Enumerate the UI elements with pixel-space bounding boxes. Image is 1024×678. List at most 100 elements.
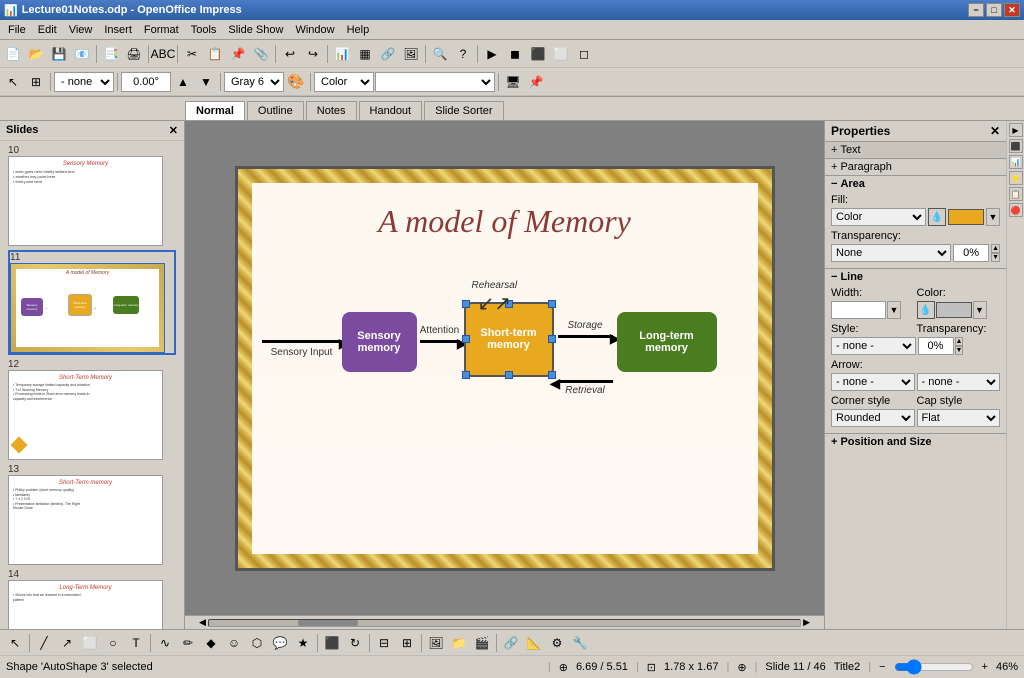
props-icon-1[interactable]: ▶ — [1009, 123, 1023, 137]
draw-ellipse[interactable]: ○ — [102, 632, 124, 654]
fill-color-dropdown[interactable]: ▼ — [986, 208, 1000, 226]
line-color-dropdown[interactable]: ▼ — [973, 301, 987, 319]
tab-slide-sorter[interactable]: Slide Sorter — [424, 101, 503, 120]
h-scrollbar[interactable]: ◀ ▶ — [185, 615, 824, 629]
scroll-left-arrow[interactable]: ◀ — [199, 617, 206, 628]
draw-insert-movie[interactable]: 🎬 — [471, 632, 493, 654]
tb-extra1[interactable]: ▶ — [481, 43, 503, 65]
cap-select[interactable]: Flat — [917, 409, 1001, 427]
draw-more3[interactable]: ⚙ — [546, 632, 568, 654]
zoom-in-icon[interactable]: + — [982, 661, 988, 673]
tab-outline[interactable]: Outline — [247, 101, 304, 120]
props-text-header[interactable]: +Text — [825, 142, 1006, 158]
arrow-right-select[interactable]: - none - — [917, 373, 1001, 391]
angle-input[interactable] — [121, 72, 171, 92]
props-icon-5[interactable]: 📋 — [1009, 187, 1023, 201]
draw-align[interactable]: ⊟ — [373, 632, 395, 654]
draw-3d[interactable]: ⬛ — [321, 632, 343, 654]
props-icon-3[interactable]: 📊 — [1009, 155, 1023, 169]
draw-shapes[interactable]: ◆ — [200, 632, 222, 654]
slide-thumbnail-13[interactable]: 13 Short-Term memory • Philby problem (s… — [8, 464, 176, 565]
tb-redo[interactable]: ↪ — [302, 43, 324, 65]
draw-symbols[interactable]: ☺ — [223, 632, 245, 654]
draw-text[interactable]: T — [125, 632, 147, 654]
fill-eyedropper[interactable]: 💧 — [928, 208, 946, 226]
menu-view[interactable]: View — [63, 22, 99, 38]
draw-more2[interactable]: 📐 — [523, 632, 545, 654]
tab-normal[interactable]: Normal — [185, 101, 245, 120]
draw-callout[interactable]: 💬 — [269, 632, 291, 654]
transparency-down[interactable]: ▼ — [991, 253, 1000, 262]
line-width-input[interactable] — [831, 301, 886, 319]
props-position-header[interactable]: +Position and Size — [825, 434, 1006, 450]
draw-arrange[interactable]: ⊞ — [396, 632, 418, 654]
tb-extra2[interactable]: ◼ — [504, 43, 526, 65]
sensory-memory-box[interactable]: Sensory memory — [342, 312, 417, 372]
draw-more1[interactable]: 🔗 — [500, 632, 522, 654]
slide-thumbnail-10[interactable]: 10 Sensory Memory • term goes here brief… — [8, 145, 176, 246]
tb-gallery[interactable]: 🖼 — [400, 43, 422, 65]
tb-new[interactable]: 📄 — [2, 43, 24, 65]
corner-select[interactable]: Rounded — [831, 409, 915, 427]
tb-extra3[interactable]: ⬛ — [527, 43, 549, 65]
arrow-left-select[interactable]: - none - — [831, 373, 915, 391]
props-icon-2[interactable]: ⬛ — [1009, 139, 1023, 153]
draw-insert-image[interactable]: 🖼 — [425, 632, 447, 654]
draw-stars[interactable]: ★ — [292, 632, 314, 654]
menu-file[interactable]: File — [2, 22, 32, 38]
tb-monitor[interactable]: 🖥 — [502, 71, 524, 93]
menu-help[interactable]: Help — [341, 22, 376, 38]
slides-panel-close[interactable]: ✕ — [169, 124, 178, 137]
tb-angle-up[interactable]: ▲ — [172, 71, 194, 93]
draw-flowchart[interactable]: ⬡ — [246, 632, 268, 654]
draw-from-file[interactable]: 📁 — [448, 632, 470, 654]
close-button[interactable]: ✕ — [1004, 3, 1020, 17]
tb-email[interactable]: 📧 — [71, 43, 93, 65]
menu-edit[interactable]: Edit — [32, 22, 63, 38]
tb-help2[interactable]: ? — [452, 43, 474, 65]
draw-curve[interactable]: ∿ — [154, 632, 176, 654]
menu-window[interactable]: Window — [289, 22, 340, 38]
select-color[interactable]: Color — [314, 72, 374, 92]
tb-hyperlink[interactable]: 🔗 — [377, 43, 399, 65]
transparency-select[interactable]: None — [831, 244, 951, 262]
fill-color-box[interactable] — [948, 209, 984, 225]
tb-pin[interactable]: 📌 — [525, 71, 547, 93]
menu-format[interactable]: Format — [138, 22, 185, 38]
select-gray[interactable]: Gray 6 — [224, 72, 284, 92]
slide-thumbnail-14[interactable]: 14 Long-Term Memory • Stores info that w… — [8, 569, 176, 629]
minimize-button[interactable]: − — [968, 3, 984, 17]
draw-lines[interactable]: ✏ — [177, 632, 199, 654]
tb-paste[interactable]: 📌 — [227, 43, 249, 65]
tab-notes[interactable]: Notes — [306, 101, 357, 120]
draw-arrow[interactable]: ↗ — [56, 632, 78, 654]
tb-select[interactable]: ↖ — [2, 71, 24, 93]
line-transparency-down[interactable]: ▼ — [955, 346, 964, 355]
props-area-header[interactable]: −Area — [825, 176, 1006, 192]
transparency-up[interactable]: ▲ — [991, 244, 1000, 253]
tb-edit-points[interactable]: ⊞ — [25, 71, 47, 93]
draw-more4[interactable]: 🔧 — [569, 632, 591, 654]
tb-zoom[interactable]: 🔍 — [429, 43, 451, 65]
props-icon-4[interactable]: ⭐ — [1009, 171, 1023, 185]
line-color-eyedropper[interactable]: 💧 — [917, 301, 935, 319]
scroll-right-arrow[interactable]: ▶ — [803, 617, 810, 628]
draw-line[interactable]: ╱ — [33, 632, 55, 654]
tb-extra5[interactable]: ◻ — [573, 43, 595, 65]
fill-select[interactable]: Color — [831, 208, 926, 226]
tb-angle-dn[interactable]: ▼ — [195, 71, 217, 93]
line-transparency-up[interactable]: ▲ — [955, 337, 964, 346]
select-color-detail[interactable] — [375, 72, 495, 92]
draw-select[interactable]: ↖ — [4, 632, 26, 654]
tb-copy[interactable]: 📋 — [204, 43, 226, 65]
tb-table[interactable]: ▦ — [354, 43, 376, 65]
tb-spellcheck[interactable]: ABC — [152, 43, 174, 65]
tb-save[interactable]: 💾 — [48, 43, 70, 65]
transparency-input[interactable] — [953, 244, 989, 262]
slide-thumbnail-11[interactable]: 11 A model of Memory Sensory memory Shor… — [8, 250, 176, 355]
select-none[interactable]: - none - — [54, 72, 114, 92]
line-color-box[interactable] — [936, 302, 972, 318]
draw-rotate[interactable]: ↻ — [344, 632, 366, 654]
tb-print[interactable]: 🖨 — [123, 43, 145, 65]
tb-undo[interactable]: ↩ — [279, 43, 301, 65]
